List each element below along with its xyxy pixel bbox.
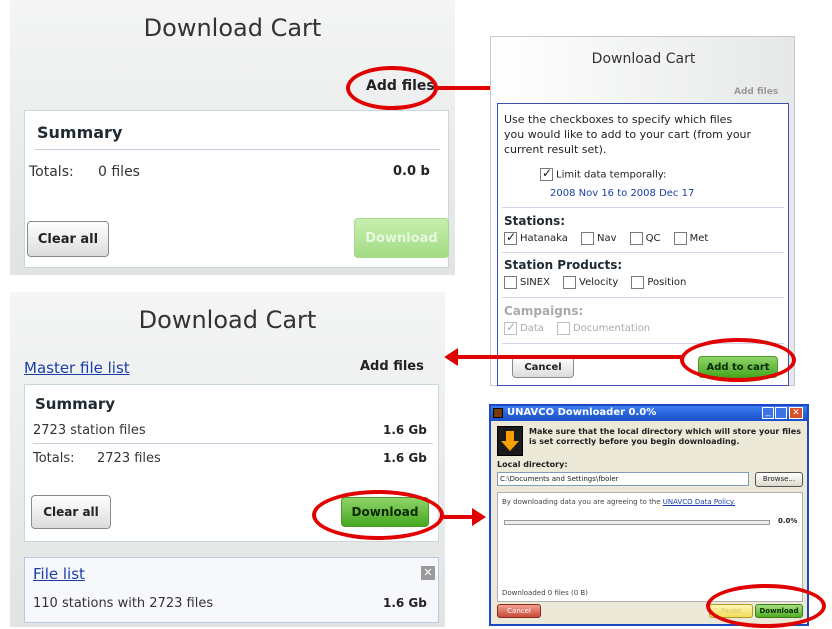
arrow-to-downloader xyxy=(440,515,474,519)
dialog-instructions: Use the checkboxes to specify which file… xyxy=(504,113,752,156)
product-label: Position xyxy=(647,277,687,288)
cart-title: Download Cart xyxy=(138,306,317,334)
limit-option: Limit data temporally: xyxy=(540,166,667,181)
products-heading: Station Products: xyxy=(504,258,623,272)
cancel-button[interactable]: Cancel xyxy=(512,356,574,378)
station-files-size: 1.6 Gb xyxy=(383,423,427,437)
file-list-box: File list ✕ 110 stations with 2723 files… xyxy=(24,557,439,623)
close-icon[interactable]: ✕ xyxy=(789,407,803,419)
station-checkbox-nav[interactable] xyxy=(581,232,594,245)
local-dir-label: Local directory: xyxy=(497,460,568,469)
title-bar: UNAVCO Downloader 0.0% _ ✕ xyxy=(491,406,807,421)
policy-text: By downloading data you are agreeing to … xyxy=(502,498,661,506)
clear-all-button[interactable]: Clear all xyxy=(31,495,111,529)
highlight-ring-download xyxy=(312,490,444,540)
campaigns-options: Data Documentation xyxy=(504,320,658,339)
local-dir-input[interactable]: C:\Documents and Settings\fboler xyxy=(497,472,749,486)
station-label: Met xyxy=(689,233,709,244)
policy-link[interactable]: UNAVCO Data Policy. xyxy=(663,498,735,506)
dialog-title: Download Cart xyxy=(591,51,696,67)
file-list-link[interactable]: File list xyxy=(33,565,85,583)
progress-percent: 0.0% xyxy=(778,517,798,525)
policy-line: By downloading data you are agreeing to … xyxy=(502,498,735,506)
station-checkbox-hatanaka[interactable] xyxy=(504,230,517,245)
totals-files: 0 files xyxy=(98,164,140,180)
totals-size: 1.6 Gb xyxy=(383,451,427,465)
highlight-ring-add-to-cart xyxy=(680,338,796,382)
master-file-list-link[interactable]: Master file list xyxy=(24,359,130,377)
file-list-description: 110 stations with 2723 files xyxy=(33,596,214,611)
arrow-head-right-icon xyxy=(472,508,486,526)
date-range: 2008 Nov 16 to 2008 Dec 17 xyxy=(550,188,695,199)
cart-panel-filled: Download Cart Master file list Add files… xyxy=(10,292,445,627)
totals-files: 2723 files xyxy=(97,451,161,466)
totals-size: 0.0 b xyxy=(393,164,430,179)
cart-title: Download Cart xyxy=(143,14,322,42)
arrow-to-dialog xyxy=(436,86,496,90)
totals-label: Totals: xyxy=(29,164,74,180)
campaigns-heading: Campaigns: xyxy=(504,304,584,318)
divider xyxy=(35,149,440,150)
product-checkbox-sinex[interactable] xyxy=(504,276,517,289)
file-list-size: 1.6 Gb xyxy=(383,596,427,610)
divider xyxy=(502,207,784,208)
download-arrow-icon xyxy=(497,426,523,456)
cancel-button[interactable]: Cancel xyxy=(497,604,541,618)
minimize-icon[interactable]: _ xyxy=(762,407,774,419)
status-text: Downloaded 0 files (0 B) xyxy=(502,589,588,597)
divider xyxy=(502,297,784,298)
limit-checkbox[interactable] xyxy=(540,166,553,181)
summary-box: Summary Totals: 0 files 0.0 b Clear all … xyxy=(24,110,449,268)
products-options: SINEX Velocity Position xyxy=(504,274,694,293)
dialog-add-files: Add files xyxy=(734,87,779,97)
station-label: Nav xyxy=(597,233,617,244)
station-label: Hatanaka xyxy=(520,233,568,244)
divider xyxy=(33,443,433,444)
clear-all-button[interactable]: Clear all xyxy=(27,221,109,257)
highlight-ring-add-files xyxy=(346,66,438,110)
campaign-checkbox-data xyxy=(504,320,517,335)
cart-panel-empty: Download Cart Add files Summary Totals: … xyxy=(10,0,455,275)
station-label: QC xyxy=(645,233,661,244)
campaign-checkbox-documentation xyxy=(556,322,570,335)
maximize-icon[interactable] xyxy=(775,407,787,419)
add-files-dialog: Download Cart Add files Use the checkbox… xyxy=(490,36,795,386)
product-label: Velocity xyxy=(579,277,619,288)
close-icon[interactable]: ✕ xyxy=(421,566,435,580)
campaign-label: Data xyxy=(520,323,544,334)
product-label: SINEX xyxy=(520,277,550,288)
window-title: UNAVCO Downloader 0.0% xyxy=(507,407,657,418)
campaign-label: Documentation xyxy=(572,323,651,334)
limit-label: Limit data temporally: xyxy=(556,169,667,181)
download-button-disabled[interactable]: Download xyxy=(354,218,449,258)
divider xyxy=(502,252,784,253)
progress-bar xyxy=(504,520,770,525)
browse-button[interactable]: Browse... xyxy=(755,472,803,487)
station-checkbox-qc[interactable] xyxy=(629,232,643,245)
summary-heading: Summary xyxy=(35,395,116,413)
product-checkbox-position[interactable] xyxy=(631,276,645,289)
highlight-ring-downloader-download xyxy=(706,584,826,628)
arrow-to-panel xyxy=(458,355,684,359)
add-files-link[interactable]: Add files xyxy=(360,359,424,374)
instruction-message: Make sure that the local directory which… xyxy=(529,427,801,446)
arrow-head-left-icon xyxy=(444,348,458,366)
summary-heading: Summary xyxy=(37,123,123,142)
app-icon xyxy=(493,408,503,418)
product-checkbox-velocity[interactable] xyxy=(563,276,577,289)
stations-heading: Stations: xyxy=(504,214,566,228)
station-checkbox-met[interactable] xyxy=(673,232,687,245)
stations-options: Hatanaka Nav QC Met xyxy=(504,230,716,249)
totals-label: Totals: xyxy=(33,451,75,466)
station-files-label: 2723 station files xyxy=(33,423,146,438)
